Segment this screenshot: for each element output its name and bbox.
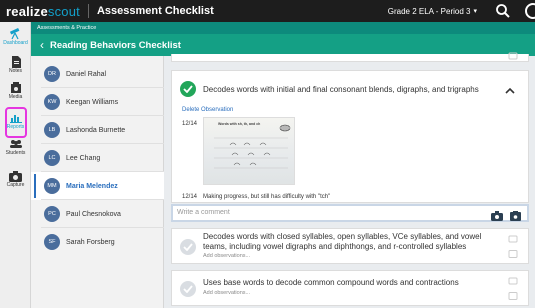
camera-icon — [9, 170, 23, 182]
page-header: ‹ Reading Behaviors Checklist — [31, 34, 535, 56]
student-name: Paul Chesnokova — [66, 210, 121, 218]
skill-card-expanded: Decodes words with initial and final con… — [171, 70, 529, 203]
comment-icon — [508, 277, 518, 285]
back-arrow-icon[interactable]: ‹ — [34, 38, 50, 52]
comment-icon — [508, 235, 518, 243]
skill-card[interactable]: Decodes words with closed syllables, ope… — [171, 228, 529, 264]
student-name: Keegan Williams — [66, 98, 119, 106]
comment-icon — [508, 52, 518, 60]
rail-students-label: Students — [5, 150, 26, 156]
observation-date: 12/14 — [182, 121, 198, 127]
student-row[interactable]: PC Paul Chesnokova — [31, 200, 164, 228]
student-name: Lee Chang — [66, 154, 101, 162]
avatar: LC — [44, 150, 60, 166]
delete-observation-link[interactable]: Delete Observation — [182, 107, 233, 113]
skill-text: Decodes words with initial and final con… — [203, 85, 479, 94]
student-name: Lashonda Burnette — [66, 126, 126, 134]
rail-dashboard-label: Dashboard — [3, 40, 28, 46]
student-row-selected[interactable]: MM Maria Melendez — [31, 172, 164, 200]
breadcrumb[interactable]: Assessments & Practice — [31, 22, 535, 34]
document-icon — [9, 56, 23, 68]
brand-realize: realize — [6, 3, 48, 19]
selected-indicator — [34, 174, 36, 198]
worksheet-lines — [214, 137, 288, 169]
zebra-icon — [278, 120, 292, 132]
telescope-icon — [9, 28, 23, 40]
chevron-down-icon: ▾ — [473, 8, 477, 15]
avatar: PC — [44, 206, 60, 222]
observation-note: Making progress, but still has difficult… — [203, 194, 331, 200]
checklist-panel: Decodes words with initial and final con… — [164, 52, 535, 308]
search-icon[interactable] — [495, 3, 511, 19]
comment-box: Write a comment — [171, 204, 529, 222]
rail-students[interactable]: Students — [0, 138, 31, 156]
students-icon — [9, 138, 23, 150]
skill-text: Decodes words with closed syllables, ope… — [203, 232, 482, 251]
rail-media-label: Media — [8, 94, 23, 100]
student-name: Maria Melendez — [66, 182, 118, 190]
student-row[interactable]: LB Lashonda Burnette — [31, 116, 164, 144]
rail-capture[interactable]: Capture — [0, 170, 31, 188]
rail-notes-label: Notes — [8, 68, 23, 74]
top-bar-divider — [87, 4, 89, 18]
media-icon — [9, 82, 23, 94]
student-row[interactable]: KW Keegan Williams — [31, 88, 164, 116]
media-icon — [508, 250, 518, 258]
check-icon[interactable] — [180, 81, 196, 97]
left-rail: Dashboard Notes Media Reports Students C… — [0, 22, 31, 308]
brand-logo[interactable]: realize scout — [0, 4, 80, 19]
app-title: Assessment Checklist — [96, 5, 214, 17]
camera-icon[interactable] — [491, 208, 503, 226]
previous-card-stub — [171, 52, 529, 62]
app-root: realize scout Assessment Checklist Grade … — [0, 0, 535, 308]
rail-media[interactable]: Media — [0, 82, 31, 100]
add-observations-link[interactable]: Add observations... — [203, 290, 503, 296]
avatar: SF — [44, 234, 60, 250]
observation-date: 12/14 — [182, 194, 198, 200]
add-observations-link[interactable]: Add observations... — [203, 253, 503, 259]
student-row[interactable]: SF Sarah Forsberg — [31, 228, 164, 256]
observation-photo[interactable]: Words with sh, th, and ch — [203, 117, 295, 185]
skill-text: Uses base words to decode common compoun… — [203, 278, 459, 287]
skill-card[interactable]: Uses base words to decode common compoun… — [171, 270, 529, 306]
comment-input[interactable]: Write a comment — [177, 209, 230, 216]
media-icon — [508, 292, 518, 300]
rail-notes[interactable]: Notes — [0, 56, 31, 74]
avatar: KW — [44, 94, 60, 110]
rail-dashboard[interactable]: Dashboard — [0, 28, 31, 46]
class-selector[interactable]: Grade 2 ELA - Period 3 ▾ — [388, 0, 477, 22]
check-icon[interactable] — [180, 239, 196, 255]
media-icon[interactable] — [510, 208, 521, 226]
student-list: DR Daniel Rahal KW Keegan Williams LB La… — [31, 56, 164, 308]
page-title: Reading Behaviors Checklist — [50, 39, 181, 51]
avatar: LB — [44, 122, 60, 138]
avatar: MM — [44, 178, 60, 194]
worksheet-title: Words with sh, th, and ch — [218, 122, 261, 126]
chevron-up-icon[interactable] — [504, 83, 516, 94]
rail-capture-label: Capture — [6, 182, 25, 188]
top-bar: realize scout Assessment Checklist Grade … — [0, 0, 535, 22]
student-row[interactable]: LC Lee Chang — [31, 144, 164, 172]
student-name: Sarah Forsberg — [66, 238, 115, 246]
reports-highlight-box — [5, 107, 27, 138]
student-row[interactable]: DR Daniel Rahal — [31, 60, 164, 88]
user-avatar-icon[interactable] — [525, 3, 535, 19]
check-icon[interactable] — [180, 281, 196, 297]
student-name: Daniel Rahal — [66, 70, 107, 78]
class-selector-label: Grade 2 ELA - Period 3 — [387, 6, 471, 16]
skill-body: Decodes words with closed syllables, ope… — [203, 232, 503, 259]
skill-body: Uses base words to decode common compoun… — [203, 278, 503, 296]
brand-scout: scout — [47, 3, 80, 19]
avatar: DR — [44, 66, 60, 82]
